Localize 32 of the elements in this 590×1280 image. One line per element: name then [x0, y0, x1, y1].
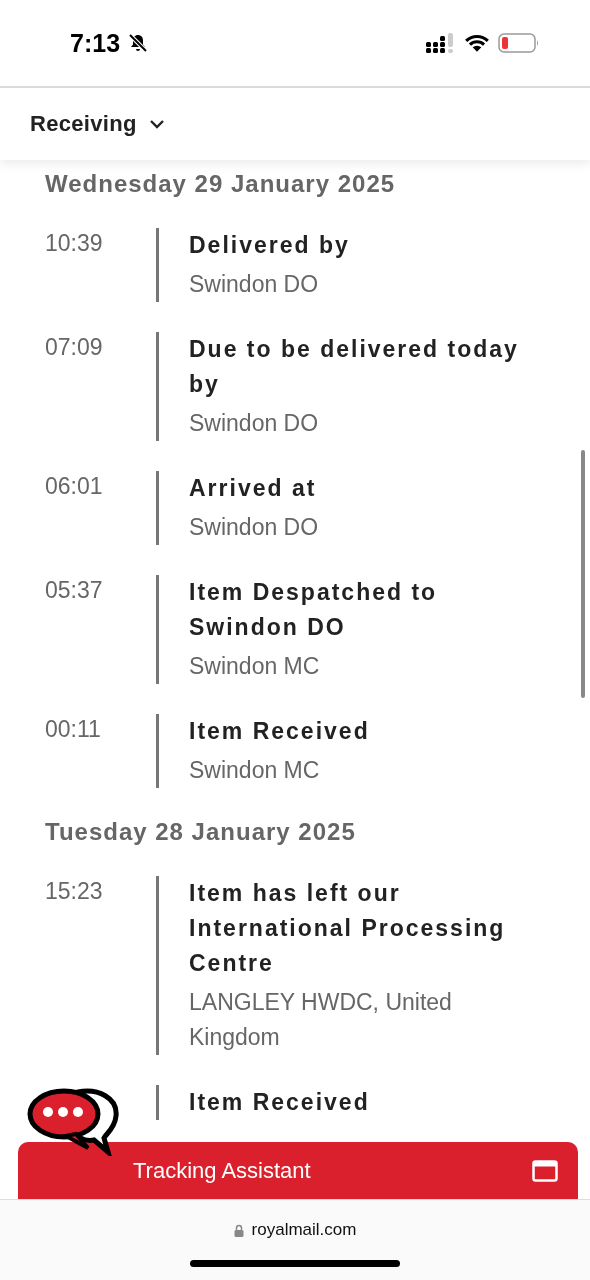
event-title: Delivered by	[189, 231, 351, 260]
event-location: Swindon MC	[189, 756, 321, 785]
event-location: Swindon DO	[189, 270, 320, 299]
event-time: 15:23	[45, 877, 104, 906]
signal-icon	[426, 33, 456, 53]
event-time: 07:09	[45, 333, 104, 362]
timeline-bar	[156, 1085, 159, 1120]
event-time: 06:01	[45, 472, 104, 501]
date-heading: Tuesday 28 January 2025	[45, 818, 357, 846]
window-icon	[532, 1159, 558, 1182]
lock-icon	[233, 1223, 244, 1237]
event-time: 05:37	[45, 576, 104, 605]
event-location: Swindon DO	[189, 513, 320, 542]
event-time: 00:11	[45, 715, 102, 744]
event-title: Item has left our International Processing Centre	[189, 879, 507, 978]
url-text[interactable]: royalmail.com	[251, 1220, 357, 1240]
event-title: Due to be delivered today by	[189, 335, 520, 399]
scrollbar[interactable]	[581, 450, 585, 698]
date-heading: Wednesday 29 January 2025	[45, 170, 397, 198]
event-title: Item Received	[189, 717, 371, 746]
event-location: Swindon MC	[189, 652, 321, 681]
chevron-down-icon	[148, 119, 165, 129]
status-time: 7:13	[70, 28, 121, 58]
receiving-dropdown[interactable]: Receiving	[30, 111, 165, 137]
event-time: 10:39	[45, 229, 104, 258]
battery-icon	[498, 33, 540, 53]
event-location: LANGLEY HWDC, United Kingdom	[189, 988, 453, 1052]
event-location: Swindon DO	[189, 409, 320, 438]
event-title: Item Despatched to Swindon DO	[189, 578, 439, 642]
event-title: Arrived at	[189, 474, 318, 503]
wifi-icon	[464, 33, 490, 53]
event-title: Item Received	[189, 1088, 371, 1117]
